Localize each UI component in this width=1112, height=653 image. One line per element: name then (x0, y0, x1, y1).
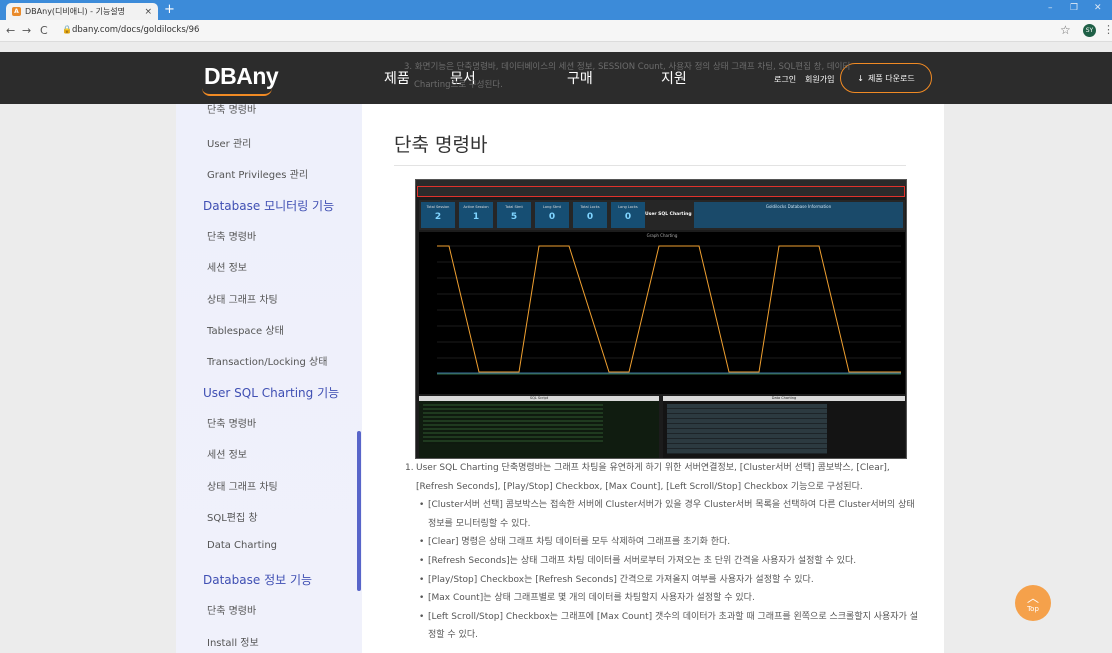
stat-value: 0 (548, 212, 556, 222)
stat-value: 0 (624, 212, 632, 222)
bullet-item: [Clear] 명령은 상태 그래프 차팅 데이터를 모두 삭제하여 그래프를 … (416, 533, 925, 552)
favicon-icon: A (12, 7, 21, 16)
reload-icon[interactable]: C (40, 24, 48, 37)
stat-card: Total Stmt 5 (497, 202, 531, 228)
new-tab-button[interactable]: + (164, 2, 175, 17)
sidebar-item[interactable]: 단축 명령바 (207, 602, 256, 617)
sidebar-item[interactable]: 단축 명령바 (207, 415, 256, 430)
overlay-line: Charting으로 구성된다. (414, 80, 503, 90)
screenshot-stats-row: Total Session 2 Active Session 1 Total S… (419, 200, 905, 230)
db-info-panel: Goldilocks Database Information (694, 202, 903, 228)
desc-intro: User SQL Charting 단축명령바는 그래프 차팅을 유연하게 하기… (416, 463, 890, 492)
sidebar-heading[interactable]: Database 모니터링 기능 (203, 197, 334, 214)
browser-tab-bar: A DBAny(디비애니) - 기능설명 × + – ❐ ✕ (0, 0, 1112, 20)
main-content: 단축 명령바 Total Session 2 Active Session 1 … (362, 104, 944, 653)
close-window-icon[interactable]: ✕ (1094, 3, 1102, 13)
stat-label: Total Session (426, 205, 450, 209)
sidebar-item[interactable]: Grant Privileges 관리 (207, 166, 308, 181)
stat-label: Long Locks (618, 205, 638, 209)
bullet-item: [Max Count]는 상태 그래프별로 몇 개의 데이터를 차팅할지 사용자… (416, 589, 925, 608)
stat-value: 0 (586, 212, 594, 222)
sql-charting-label: User SQL Charting (645, 212, 692, 217)
graph-chart-svg (437, 245, 901, 375)
description-block: 1. User SQL Charting 단축명령바는 그래프 차팅을 유연하게… (405, 459, 925, 645)
tab-title: DBAny(디비애니) - 기능설명 (25, 7, 126, 16)
sidebar-item[interactable]: Tablespace 상태 (207, 322, 284, 337)
tab-close-icon[interactable]: × (144, 7, 152, 17)
sidebar-item[interactable]: 상태 그래프 차팅 (207, 478, 278, 493)
sidebar-item[interactable]: 단축 명령바 (207, 228, 256, 243)
sidebar-item[interactable]: 세션 정보 (207, 446, 247, 461)
overlay-line: 3. 화면기능은 단축명령바, 데이터베이스의 세션 정보, SESSION C… (404, 62, 851, 72)
back-to-top-button[interactable]: ︿ Top (1015, 585, 1051, 621)
series-line-orange (437, 245, 901, 373)
sql-script-panel: SQL Script (419, 396, 659, 458)
stat-label: Active Session (463, 205, 489, 209)
bullet-item: [Refresh Seconds]는 상태 그래프 차팅 데이터를 서버로부터 … (416, 552, 925, 571)
feature-screenshot: Total Session 2 Active Session 1 Total S… (415, 179, 907, 459)
stat-label: Total Locks (580, 205, 600, 209)
screenshot-bottom-panels: SQL Script Data Charting (419, 396, 905, 458)
stat-value: 5 (510, 212, 518, 222)
data-charting-panel: Data Charting (663, 396, 905, 458)
sidebar-item[interactable]: 세션 정보 (207, 259, 247, 274)
sql-script-text (423, 404, 603, 444)
stat-label: Total Stmt (505, 205, 523, 209)
browser-tab[interactable]: A DBAny(디비애니) - 기능설명 × (6, 3, 158, 20)
forward-icon[interactable]: → (22, 24, 31, 37)
logo-swoosh (202, 88, 272, 96)
maximize-icon[interactable]: ❐ (1070, 3, 1078, 13)
stat-value: 1 (472, 212, 480, 222)
minimize-icon[interactable]: – (1048, 3, 1053, 13)
url-field[interactable]: dbany.com/docs/goldilocks/96 (72, 25, 199, 35)
sidebar-item[interactable]: SQL편집 창 (207, 509, 258, 524)
stat-value: 2 (434, 212, 442, 222)
bookmark-star-icon[interactable]: ☆ (1060, 23, 1071, 37)
address-bar: ← → C 🔒 dbany.com/docs/goldilocks/96 ☆ S… (0, 20, 1112, 42)
page-title: 단축 명령바 (394, 134, 488, 156)
sidebar-item[interactable]: Install 정보 (207, 634, 259, 649)
feature-bullet-list: [Cluster서버 선택] 콤보박스는 접속한 서버에 Cluster서버가 … (416, 496, 925, 645)
screenshot-command-bar (417, 186, 905, 197)
sidebar-heading[interactable]: Database 정보 기능 (203, 571, 312, 588)
chevron-up-icon: ︿ (1026, 591, 1039, 605)
sidebar-scrollbar[interactable] (357, 431, 361, 591)
profile-avatar[interactable]: SY (1083, 24, 1096, 37)
stat-card: Total Locks 0 (573, 202, 607, 228)
docs-sidebar: 단축 명령바 User 관리 Grant Privileges 관리 Datab… (176, 104, 362, 653)
chart-gridlines (437, 245, 901, 375)
sidebar-item[interactable]: 상태 그래프 차팅 (207, 291, 278, 306)
browser-menu-icon[interactable]: ⋮ (1103, 23, 1112, 36)
stat-card: Active Session 1 (459, 202, 493, 228)
desc-number: 1. (405, 463, 414, 473)
lock-icon: 🔒 (62, 25, 72, 34)
sidebar-item[interactable]: Data Charting (207, 540, 277, 551)
sql-script-title: SQL Script (529, 396, 549, 400)
sidebar-item[interactable]: 단축 명령바 (207, 104, 256, 116)
graph-chart-area: Graph Charting (419, 232, 905, 394)
stat-card: Long Stmt 0 (535, 202, 569, 228)
back-icon[interactable]: ← (6, 24, 15, 37)
stat-label: Long Stmt (543, 205, 561, 209)
stat-card: Total Session 2 (421, 202, 455, 228)
data-charting-table (667, 404, 827, 454)
site-logo[interactable]: DBAny (204, 63, 279, 90)
data-charting-title: Data Charting (771, 396, 797, 400)
bullet-item: [Left Scroll/Stop] Checkbox는 그래프에 [Max C… (416, 608, 925, 645)
back-to-top-label: Top (1027, 605, 1039, 613)
db-info-title: Goldilocks Database Information (765, 204, 832, 209)
bullet-item: [Cluster서버 선택] 콤보박스는 접속한 서버에 Cluster서버가 … (416, 496, 925, 533)
sidebar-heading[interactable]: User SQL Charting 기능 (203, 384, 339, 401)
sidebar-item[interactable]: Transaction/Locking 상태 (207, 353, 327, 368)
bullet-item: [Play/Stop] Checkbox는 [Refresh Seconds] … (416, 571, 925, 590)
header-overlay-text: 3. 화면기능은 단축명령바, 데이터베이스의 세션 정보, SESSION C… (404, 58, 934, 94)
stat-card: Long Locks 0 (611, 202, 645, 228)
title-divider (394, 165, 906, 166)
sidebar-item[interactable]: User 관리 (207, 135, 251, 150)
